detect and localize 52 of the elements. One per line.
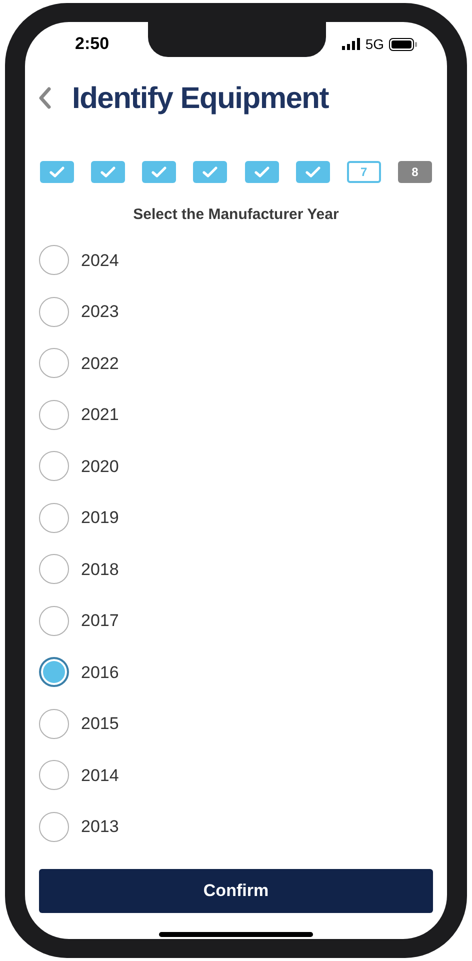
year-label: 2018 bbox=[81, 558, 119, 580]
radio-button[interactable] bbox=[39, 348, 69, 378]
radio-button[interactable] bbox=[39, 554, 69, 584]
network-label: 5G bbox=[365, 34, 384, 54]
confirm-button[interactable]: Confirm bbox=[39, 868, 433, 912]
year-label: 2015 bbox=[81, 713, 119, 735]
radio-button[interactable] bbox=[39, 296, 69, 327]
radio-button[interactable] bbox=[39, 812, 69, 842]
year-label: 2020 bbox=[81, 456, 119, 478]
question-prompt: Select the Manufacturer Year bbox=[133, 205, 339, 225]
check-icon bbox=[304, 166, 321, 178]
status-time: 2:50 bbox=[75, 33, 110, 56]
year-option[interactable]: 2014 bbox=[39, 750, 433, 801]
year-option[interactable]: 2016 bbox=[39, 646, 433, 698]
year-label: 2019 bbox=[81, 507, 119, 529]
year-option[interactable]: 2018 bbox=[39, 544, 433, 595]
year-label: 2023 bbox=[81, 301, 119, 323]
page-title: Identify Equipment bbox=[72, 80, 328, 116]
year-label: 2021 bbox=[81, 404, 119, 426]
year-label: 2017 bbox=[81, 610, 119, 632]
year-option[interactable]: 2017 bbox=[39, 595, 433, 646]
radio-button[interactable] bbox=[39, 245, 69, 276]
battery-icon bbox=[389, 38, 417, 50]
year-option[interactable]: 2022 bbox=[39, 338, 433, 389]
radio-button[interactable] bbox=[39, 451, 69, 482]
check-icon bbox=[49, 166, 65, 178]
year-option[interactable]: 2015 bbox=[39, 698, 433, 750]
current-step: 7 bbox=[346, 161, 381, 183]
check-icon bbox=[202, 166, 218, 178]
year-label: 2024 bbox=[81, 250, 119, 272]
year-option[interactable]: 2023 bbox=[39, 286, 433, 338]
check-icon bbox=[151, 166, 168, 178]
signal-icon bbox=[342, 38, 360, 50]
radio-button[interactable] bbox=[39, 657, 69, 688]
radio-button[interactable] bbox=[39, 502, 69, 533]
check-icon bbox=[254, 166, 270, 178]
radio-button[interactable] bbox=[39, 760, 69, 790]
check-icon bbox=[100, 166, 116, 178]
chevron-left-icon bbox=[38, 87, 52, 109]
radio-button[interactable] bbox=[39, 708, 69, 739]
year-label: 2016 bbox=[81, 662, 119, 684]
year-label: 2022 bbox=[81, 352, 119, 374]
year-label: 2013 bbox=[81, 816, 119, 838]
pending-step: 8 bbox=[398, 161, 432, 183]
year-option[interactable]: 2019 bbox=[39, 492, 433, 544]
radio-button[interactable] bbox=[39, 606, 69, 636]
year-option[interactable]: 2013 bbox=[39, 801, 433, 852]
year-option[interactable]: 2024 bbox=[39, 234, 433, 286]
year-option[interactable]: 2020 bbox=[39, 440, 433, 492]
radio-button[interactable] bbox=[39, 400, 69, 430]
year-option[interactable]: 2021 bbox=[39, 389, 433, 440]
year-label: 2014 bbox=[81, 764, 119, 786]
